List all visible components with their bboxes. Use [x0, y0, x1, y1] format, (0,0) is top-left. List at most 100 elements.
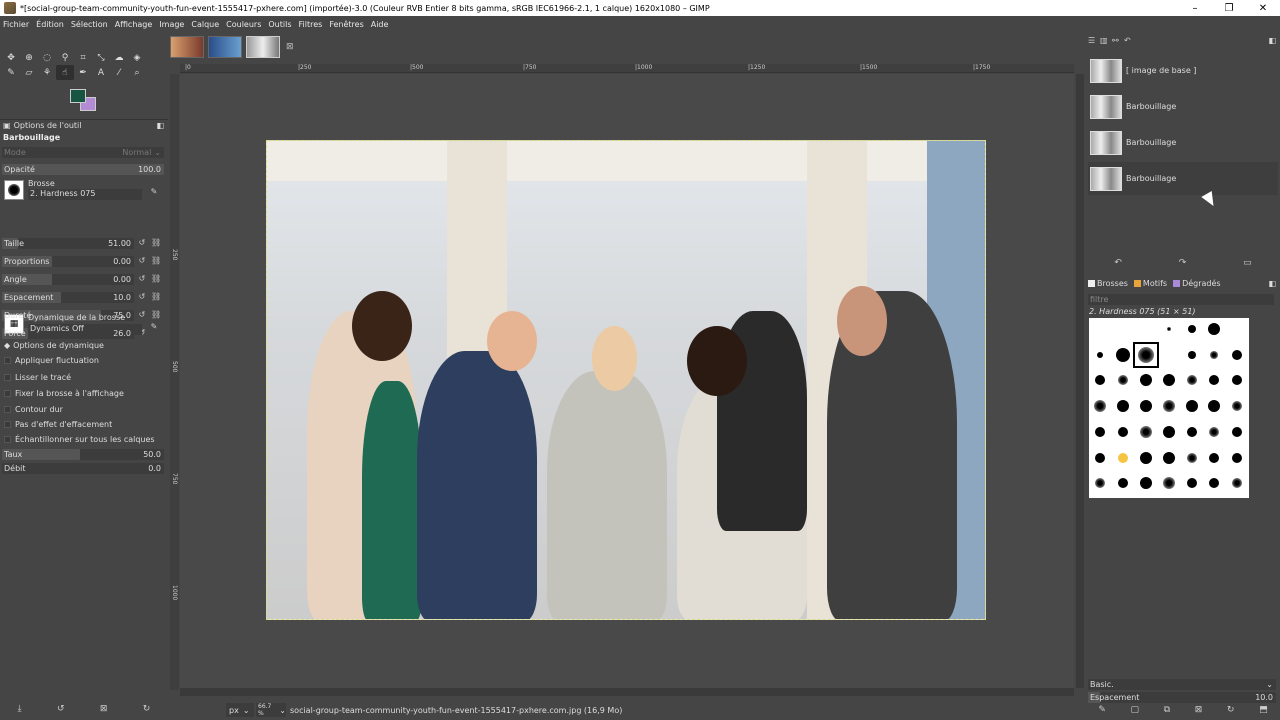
brush-filter-input[interactable]: filtre — [1088, 294, 1274, 305]
brush-cell[interactable] — [1157, 395, 1180, 417]
brush-cell[interactable] — [1203, 421, 1226, 443]
clone-tool-icon[interactable]: ⚘ — [38, 65, 56, 80]
menu-edition[interactable]: Édition — [36, 20, 64, 29]
eraser-tool-icon[interactable]: ▱ — [20, 65, 38, 80]
link-param-icon[interactable]: ⛓ — [151, 310, 161, 321]
brush-cell[interactable] — [1226, 318, 1249, 340]
transform-tool-icon[interactable]: ⤡ — [92, 50, 110, 65]
refresh-brushes-icon[interactable]: ↻ — [1227, 705, 1235, 717]
redo-icon[interactable]: ↷ — [1179, 258, 1187, 270]
menu-calque[interactable]: Calque — [191, 20, 219, 29]
reset-param-icon[interactable]: ↺ — [137, 274, 147, 285]
layers-tab-icon[interactable]: ☰ — [1088, 36, 1100, 45]
image-tab-thumbnail[interactable] — [208, 36, 242, 58]
brush-cell[interactable] — [1157, 421, 1180, 443]
brush-cell[interactable] — [1203, 318, 1226, 340]
edit-brush-icon[interactable]: ✎ — [1098, 705, 1106, 717]
brush-cell[interactable] — [1089, 472, 1112, 494]
brush-cell[interactable] — [1226, 369, 1249, 391]
brush-cell[interactable] — [1180, 344, 1203, 366]
check-smooth[interactable]: Lisser le tracé — [4, 373, 71, 382]
undo-history-tab-icon[interactable]: ↶ — [1124, 36, 1136, 45]
panel-menu-icon[interactable]: ◧ — [1268, 36, 1276, 45]
brush-cell[interactable] — [1089, 318, 1112, 340]
duplicate-brush-icon[interactable]: ⧉ — [1164, 705, 1170, 717]
brush-cell[interactable] — [1203, 472, 1226, 494]
brush-cell[interactable] — [1157, 318, 1180, 340]
brush-cell[interactable] — [1157, 472, 1180, 494]
menu-outils[interactable]: Outils — [268, 20, 291, 29]
minimize-button[interactable]: – — [1178, 3, 1212, 14]
brush-cell[interactable] — [1112, 344, 1135, 366]
brush-cell[interactable] — [1135, 369, 1158, 391]
zoom-select[interactable]: 66.7 % ⌄ — [256, 703, 286, 717]
checkbox[interactable] — [4, 390, 11, 397]
vertical-scrollbar[interactable] — [1076, 74, 1084, 688]
link-param-icon[interactable]: ⛓ — [151, 274, 161, 285]
zoom-tool-icon[interactable]: ⌕ — [128, 65, 146, 80]
delete-options-icon[interactable]: ⊠ — [100, 704, 108, 718]
move-tool-icon[interactable]: ✥ — [2, 50, 20, 65]
menu-couleurs[interactable]: Couleurs — [226, 20, 261, 29]
brush-cell[interactable] — [1226, 344, 1249, 366]
checkbox[interactable] — [4, 406, 11, 413]
open-as-image-icon[interactable]: ⬒ — [1259, 705, 1268, 717]
check-sample-merged[interactable]: Échantillonner sur tous les calques — [4, 435, 155, 444]
paintbrush-tool-icon[interactable]: ✎ — [2, 65, 20, 80]
brush-preview[interactable] — [4, 180, 24, 200]
brush-cell[interactable] — [1135, 318, 1158, 340]
checkbox[interactable] — [4, 436, 11, 443]
brush-cell[interactable] — [1203, 369, 1226, 391]
free-select-tool-icon[interactable]: ◌ — [38, 50, 56, 65]
opacity-slider[interactable]: Opacité 100.0 — [2, 164, 164, 175]
brush-cell[interactable] — [1089, 369, 1112, 391]
menu-fichier[interactable]: Fichier — [3, 20, 29, 29]
check-hard-edge[interactable]: Contour dur — [4, 405, 63, 414]
reset-param-icon[interactable]: ↺ — [137, 292, 147, 303]
layer-item[interactable]: Barbouillage — [1088, 126, 1278, 159]
param-slider-3[interactable]: Espacement 10.0 — [2, 292, 134, 303]
channels-tab-icon[interactable]: ▥ — [1100, 36, 1112, 45]
brush-cell[interactable] — [1180, 472, 1203, 494]
check-lock-brush[interactable]: Fixer la brosse à l'affichage — [4, 389, 124, 398]
new-brush-icon[interactable]: ▢ — [1131, 705, 1140, 717]
image-canvas[interactable] — [266, 140, 986, 620]
brush-cell[interactable] — [1203, 395, 1226, 417]
brush-cell[interactable] — [1226, 472, 1249, 494]
reset-param-icon[interactable]: ↺ — [137, 310, 147, 321]
horizontal-scrollbar[interactable] — [180, 688, 1074, 696]
mode-select[interactable]: Mode Normal ⌄ — [2, 147, 164, 158]
param-slider-4[interactable]: Dureté 75.0 — [2, 310, 134, 321]
crop-tool-icon[interactable]: ⌗ — [74, 50, 92, 65]
edit-dynamics-icon[interactable]: ✎ — [149, 322, 159, 333]
param-slider-0[interactable]: Taille 51.00 — [2, 238, 134, 249]
brush-cell[interactable] — [1089, 447, 1112, 469]
brush-cell[interactable] — [1157, 344, 1180, 366]
tab-motifs[interactable]: Motifs — [1133, 279, 1167, 288]
checkbox[interactable] — [4, 357, 11, 364]
brush-cell[interactable] — [1089, 395, 1112, 417]
link-param-icon[interactable]: ⛓ — [151, 256, 161, 267]
brush-spacing-slider[interactable]: Espacement 10.0 — [1088, 692, 1276, 703]
brush-cell[interactable] — [1203, 344, 1226, 366]
brush-cell[interactable] — [1226, 395, 1249, 417]
link-param-icon[interactable]: ⛓ — [151, 238, 161, 249]
brush-cell[interactable] — [1226, 447, 1249, 469]
paths-tab-icon[interactable]: ⚯ — [1112, 36, 1124, 45]
foreground-color[interactable] — [70, 89, 86, 103]
layer-item[interactable]: [ image de base ] — [1088, 54, 1278, 87]
save-options-icon[interactable]: ⤓ — [18, 704, 22, 718]
brush-cell[interactable] — [1112, 395, 1135, 417]
checkbox[interactable] — [4, 421, 11, 428]
brush-cell[interactable] — [1157, 369, 1180, 391]
brush-cell[interactable] — [1089, 344, 1112, 366]
menu-fenetres[interactable]: Fenêtres — [329, 20, 363, 29]
undo-icon[interactable]: ↶ — [1114, 258, 1122, 270]
dynamics-options-expander[interactable]: ◆ Options de dynamique — [4, 341, 104, 350]
check-fluctuation[interactable]: Appliquer fluctuation — [4, 356, 99, 365]
link-param-icon[interactable]: ⛓ — [151, 292, 161, 303]
image-tab-thumbnail-active[interactable] — [246, 36, 280, 58]
brush-grid[interactable] — [1089, 318, 1249, 498]
brush-cell[interactable] — [1135, 472, 1158, 494]
brush-cell[interactable] — [1180, 421, 1203, 443]
